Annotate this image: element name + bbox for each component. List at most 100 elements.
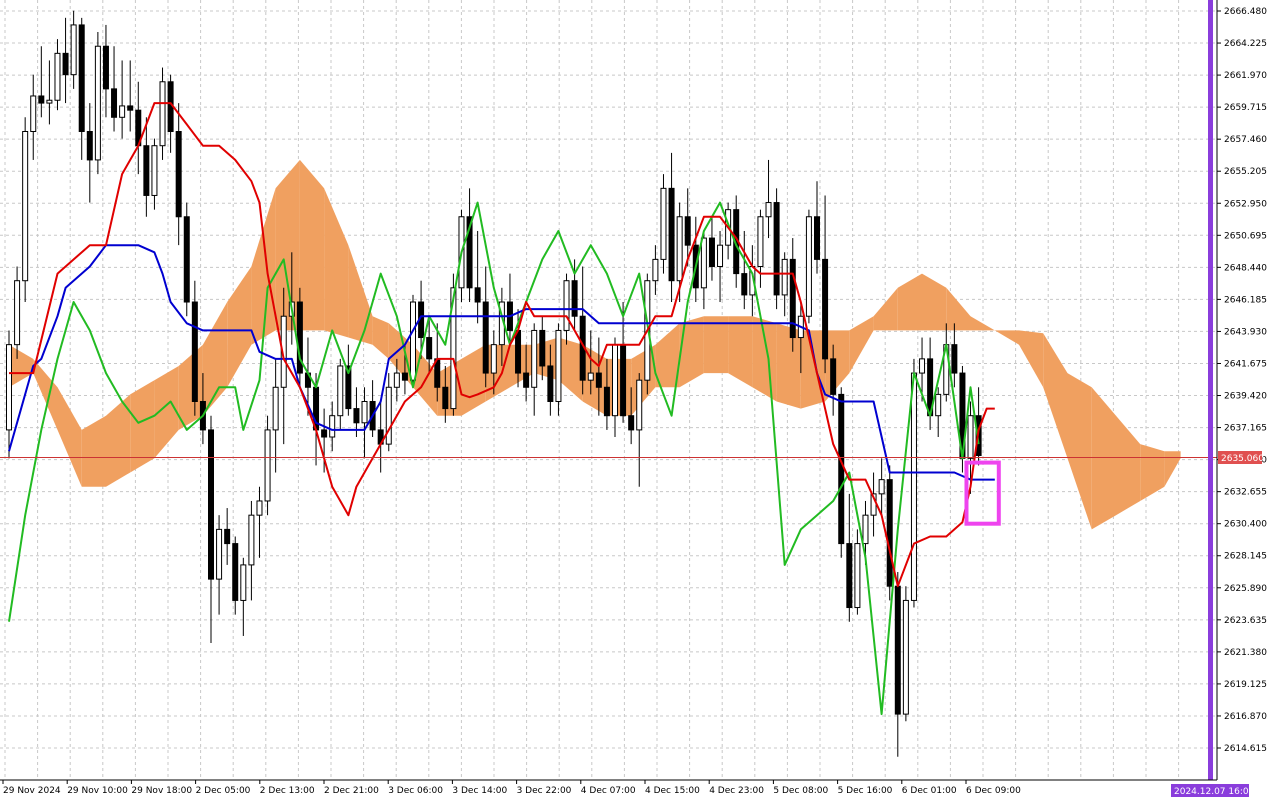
time-tick-label: 3 Dec 14:00 — [452, 786, 507, 796]
price-tick-label: 2655.205 — [1224, 167, 1267, 177]
cloud-segment — [275, 159, 300, 331]
candle-body-bear — [321, 429, 328, 438]
candle-body-bear — [474, 287, 481, 303]
price-tick-label: 2643.930 — [1224, 327, 1267, 337]
candle — [22, 117, 29, 303]
price-tick-label: 2664.225 — [1224, 39, 1267, 49]
candle-body-bear — [127, 105, 134, 111]
candle-body-bear — [708, 237, 715, 267]
candle-body-bear — [482, 301, 489, 374]
cloud-segment — [299, 159, 325, 331]
candle-body-bull — [935, 393, 942, 417]
time-tick-label: 29 Nov 2024 — [3, 786, 61, 796]
candle-body-bull — [264, 429, 271, 502]
candle-body-bear — [442, 386, 449, 410]
candle — [296, 287, 303, 388]
candle-body-bull — [240, 564, 247, 601]
candle-body-bear — [539, 329, 546, 367]
time-tick-label: 4 Dec 23:00 — [709, 786, 764, 796]
price-tick-label: 2641.675 — [1224, 359, 1267, 369]
current-price-badge: 2635.060 — [1218, 451, 1264, 464]
candle-body-bear — [38, 95, 45, 104]
chart-root: 2666.480 2664.225 2661.970 2659.715 2657.460… — [0, 0, 1280, 800]
time-tick-label: 29 Nov 18:00 — [131, 786, 192, 796]
candle-body-bull — [781, 258, 788, 296]
candle — [410, 294, 416, 388]
candle-body-bull — [587, 372, 594, 381]
candle-body-bull — [46, 99, 53, 104]
candle-body-bull — [805, 216, 812, 317]
time-tick-label: 6 Dec 01:00 — [902, 786, 957, 796]
candle — [805, 209, 812, 324]
price-tick-label: 2623.635 — [1224, 616, 1267, 626]
candle-body-bull — [854, 543, 861, 609]
price-tick-label: 2628.145 — [1224, 552, 1267, 562]
candle-body-bull — [757, 216, 764, 267]
price-tick-label: 2621.380 — [1224, 648, 1267, 658]
candle-body-bear — [846, 543, 853, 609]
cloud-segment — [703, 316, 729, 374]
candle-body-bear — [191, 301, 198, 402]
candle-body-bear — [628, 415, 635, 431]
candle-body-bear — [175, 131, 182, 218]
time-tick-label: 29 Nov 10:00 — [67, 786, 128, 796]
candle-body-bull — [563, 280, 570, 331]
price-tick-label: 2661.970 — [1224, 71, 1267, 81]
candle-body-bull — [410, 301, 416, 381]
candle — [660, 174, 667, 274]
candle-body-bear — [838, 393, 845, 545]
time-marker-line — [1208, 0, 1213, 780]
cloud-segment — [606, 358, 632, 416]
candle-body-bear — [571, 280, 578, 317]
candle-body-bull — [652, 258, 659, 282]
candle-body-bear — [547, 365, 554, 402]
price-tick-label: 2637.165 — [1224, 424, 1267, 434]
price-tick-label: 2648.440 — [1224, 263, 1267, 273]
candle-body-bear — [595, 372, 602, 388]
candle-body-bear — [789, 258, 796, 339]
time-tick-label: 2 Dec 05:00 — [196, 786, 251, 796]
price-tick-label: 2659.715 — [1224, 103, 1267, 113]
current-price-label: 2635.060 — [1221, 454, 1264, 464]
candle-body-bear — [684, 216, 691, 246]
candle-body-bull — [94, 45, 101, 161]
candle-body-bear — [830, 358, 837, 395]
candle-body-bear — [224, 528, 231, 545]
candle-body-bull — [30, 95, 37, 133]
ichimoku-candlestick-chart[interactable]: 2666.480 2664.225 2661.970 2659.715 2657.460… — [0, 0, 1280, 800]
candle — [183, 202, 190, 317]
candle-body-bear — [668, 187, 675, 282]
candle-body-bull — [902, 599, 909, 715]
candle-body-bear — [741, 273, 748, 296]
candle-body-bear — [232, 543, 239, 601]
candle-body-bear — [353, 408, 360, 424]
candle-body-bull — [337, 365, 344, 417]
price-tick-label: 2632.655 — [1224, 488, 1267, 498]
candle-body-bull — [14, 280, 21, 346]
candle-body-bear — [86, 131, 93, 161]
candle-body-bull — [612, 344, 618, 417]
candle-body-bull — [700, 237, 707, 289]
candle-body-bear — [620, 344, 627, 417]
candle-body-bull — [272, 386, 279, 431]
candle — [555, 323, 562, 416]
cloud-segment — [776, 323, 801, 409]
price-tick-label: 2639.420 — [1224, 392, 1267, 402]
candle-body-bull — [248, 514, 255, 566]
candle-body-bear — [822, 258, 829, 360]
candle-body-bull — [910, 372, 917, 601]
time-tick-label: 3 Dec 06:00 — [388, 786, 443, 796]
candle-body-bull — [256, 500, 263, 516]
candle-body-bear — [183, 216, 190, 303]
candle-body-bull — [151, 145, 158, 196]
candle-body-bull — [119, 105, 126, 118]
candle-body-bear — [78, 24, 85, 133]
candle-body-bull — [385, 386, 392, 445]
price-tick-label: 2652.950 — [1224, 199, 1267, 209]
candle-body-bear — [102, 45, 109, 90]
candle-body-bear — [603, 386, 610, 417]
price-tick-label: 2614.615 — [1224, 744, 1267, 754]
time-tick-label: 2 Dec 21:00 — [324, 786, 379, 796]
price-tick-label: 2616.870 — [1224, 712, 1267, 722]
price-tick-label: 2666.480 — [1224, 7, 1267, 17]
